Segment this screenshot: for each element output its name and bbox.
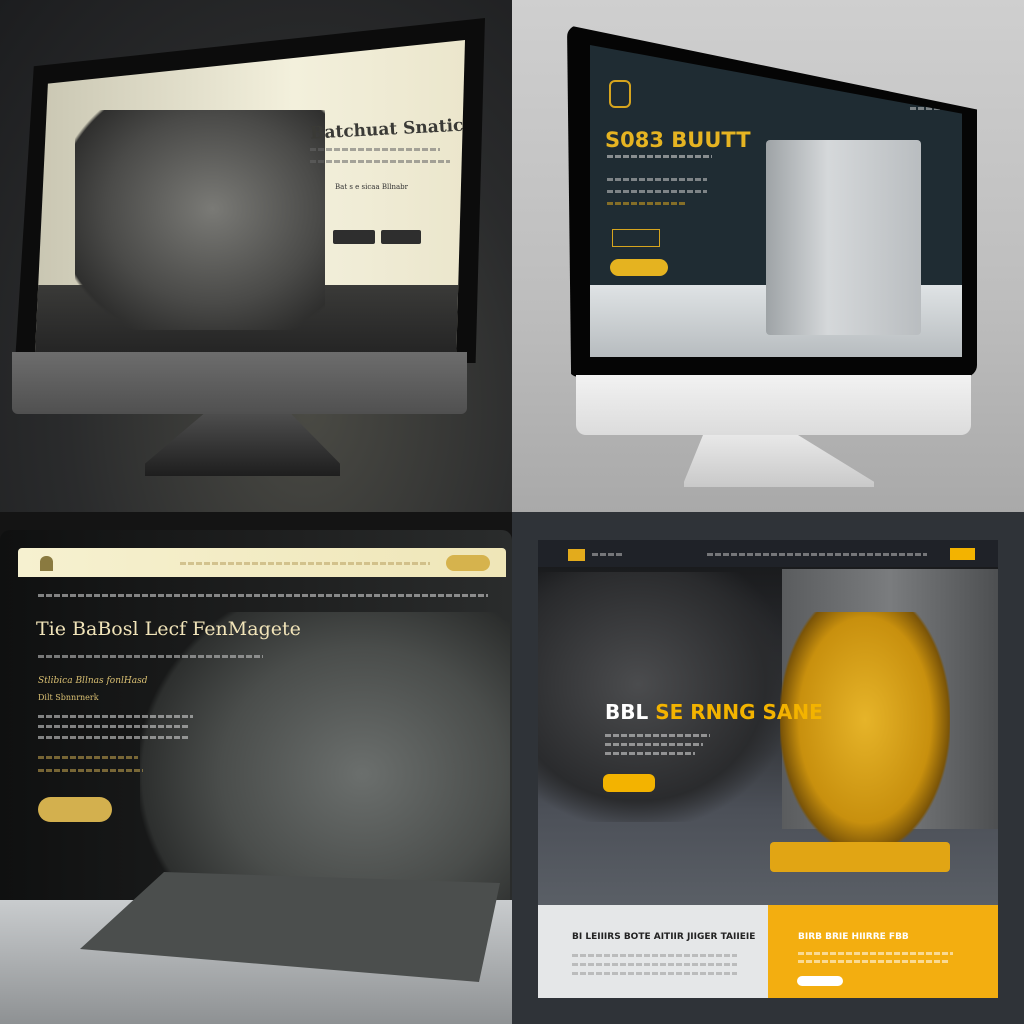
monitor-stand bbox=[684, 435, 874, 487]
hero-headline: Tie BaBosl Lecf FenMagete bbox=[36, 618, 301, 640]
body-text bbox=[38, 715, 193, 718]
body-text bbox=[572, 954, 737, 957]
monitor-chin bbox=[576, 375, 971, 435]
body-text bbox=[38, 725, 188, 728]
cta-button[interactable] bbox=[610, 259, 668, 276]
nav-links[interactable] bbox=[180, 562, 430, 565]
cta-button[interactable] bbox=[38, 797, 112, 822]
body-text bbox=[310, 160, 450, 163]
hero-headline: S083 BUUTT bbox=[605, 128, 751, 152]
primary-button-body[interactable] bbox=[333, 230, 375, 244]
headline-white: BBL bbox=[605, 700, 649, 724]
desktop-monitor-mockup-white: S083 BUUTT bbox=[512, 0, 1024, 512]
body-text bbox=[572, 972, 737, 975]
monitor-stand bbox=[145, 414, 340, 476]
outline-button[interactable] bbox=[612, 229, 660, 247]
brand-logo-icon[interactable] bbox=[568, 549, 585, 561]
desktop-monitor-mockup-dark: Batchuat Snatichdusri Bat s e sicaa Blln… bbox=[0, 0, 512, 512]
feature-panel-left bbox=[538, 905, 768, 998]
subheading-secondary: Dilt Sbnnrnerk bbox=[38, 693, 99, 702]
machinery-image bbox=[538, 572, 788, 822]
nav-links[interactable] bbox=[707, 553, 927, 556]
brand-logo-icon[interactable] bbox=[40, 556, 53, 571]
body-text bbox=[607, 178, 707, 181]
headline-yellow: SE RNNG SANE bbox=[655, 700, 823, 724]
subheading: Bat s e sicaa Bllnabr bbox=[335, 183, 408, 191]
body-text bbox=[310, 148, 440, 151]
body-text bbox=[798, 960, 948, 963]
tagline bbox=[38, 655, 263, 658]
ornate-box-image bbox=[766, 140, 921, 335]
brand-logo-icon[interactable] bbox=[609, 80, 631, 108]
body-text bbox=[38, 756, 138, 759]
nav-brand-text bbox=[592, 553, 622, 556]
website-screen: Batchuat Snatichdusri Bat s e sicaa Blln… bbox=[35, 40, 465, 352]
tagline bbox=[607, 155, 712, 158]
laptop-mockup: Tie BaBosl Lecf FenMagete Stlibica Bllna… bbox=[0, 512, 512, 1024]
body-text bbox=[605, 743, 703, 746]
subheading: Stlibica Bllnas fonlHasd bbox=[38, 676, 148, 686]
hero-headline: BBL SE RNNG SANE bbox=[605, 700, 823, 724]
panel-right-heading: BIRB BRIE HIIRRE FBB bbox=[798, 932, 909, 942]
monitor-chin bbox=[12, 352, 467, 414]
website-landing-mockup: BBL SE RNNG SANE BI LEIIIRS BOTE AITIIR … bbox=[512, 512, 1024, 1024]
body-text bbox=[38, 769, 143, 772]
body-text bbox=[605, 734, 710, 737]
nav-cta-button[interactable] bbox=[950, 548, 975, 560]
secondary-button[interactable] bbox=[381, 230, 421, 244]
nav-cta-button[interactable] bbox=[446, 555, 490, 571]
golden-statue-image bbox=[780, 612, 950, 852]
cta-button[interactable] bbox=[603, 774, 655, 792]
panel-left-heading: BI LEIIIRS BOTE AITIIR JIIGER TAIIEIE bbox=[572, 932, 756, 942]
body-text bbox=[607, 202, 687, 205]
category-nav[interactable] bbox=[38, 594, 488, 597]
statue-pedestal bbox=[770, 842, 950, 872]
body-text bbox=[38, 736, 188, 739]
body-text bbox=[572, 963, 737, 966]
body-text bbox=[607, 190, 707, 193]
panel-button[interactable] bbox=[797, 976, 843, 986]
body-text bbox=[798, 952, 953, 955]
website-screen bbox=[590, 45, 962, 357]
body-text bbox=[605, 752, 695, 755]
sculpture-image bbox=[75, 110, 325, 330]
